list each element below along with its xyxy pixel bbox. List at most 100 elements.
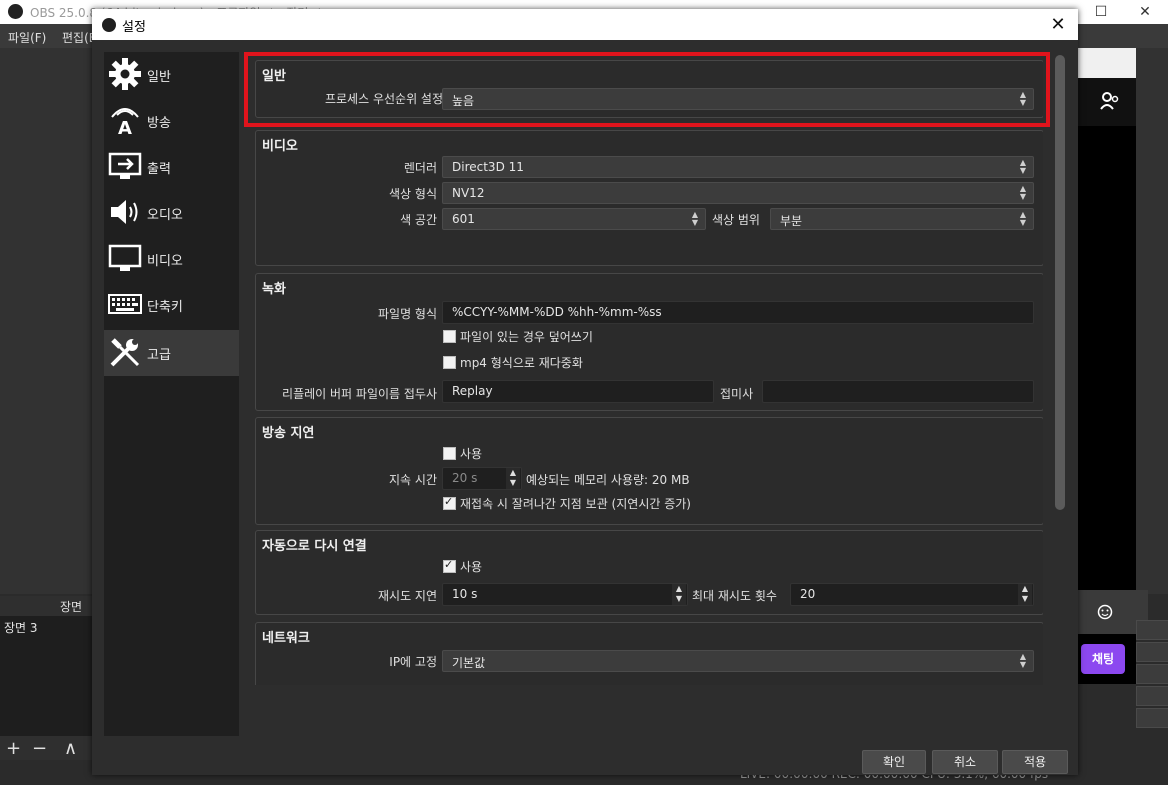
sidebar-item-label: 단축키: [147, 300, 183, 315]
scene-panel-header: 장면 목: [0, 596, 92, 631]
color-space-label: 색 공간: [400, 213, 437, 227]
updown-icon: ▲ ▼: [1019, 652, 1027, 669]
sidebar-item-label: 출력: [147, 162, 171, 177]
scene-toolbar: + − ∧: [0, 736, 92, 760]
ok-button[interactable]: 확인: [862, 750, 926, 774]
overwrite-label: 파일이 있는 경우 덮어쓰기: [460, 330, 593, 344]
broadcast-icon: A: [111, 108, 139, 137]
max-retries-label: 최대 재시도 횟수: [692, 589, 777, 603]
color-space-select[interactable]: 601 ▲ ▼: [442, 208, 706, 230]
settings-sidebar: 일반 A 방송 출력 오디오 비디오 단축키 고급: [104, 52, 239, 736]
retry-delay-input[interactable]: 10 s ▲ ▼: [442, 583, 688, 606]
scene-item[interactable]: 장면 3: [4, 619, 38, 636]
overwrite-checkbox[interactable]: [443, 330, 456, 343]
filename-format-input[interactable]: %CCYY-%MM-%DD %hh-%mm-%ss: [442, 301, 1034, 324]
sidebar-item-label: 방송: [147, 116, 171, 131]
tools-icon: [110, 338, 140, 367]
sidebar-item-advanced[interactable]: 고급: [104, 330, 239, 376]
sidebar-item-general[interactable]: 일반: [104, 52, 239, 98]
apply-button[interactable]: 적용: [1002, 750, 1068, 774]
updown-icon: ▲ ▼: [1019, 158, 1027, 175]
maximize-icon[interactable]: ☐: [1086, 2, 1116, 22]
updown-icon: ▲ ▼: [1019, 210, 1027, 227]
sidebar-item-video[interactable]: 비디오: [104, 236, 239, 282]
bind-ip-select[interactable]: 기본값 ▲ ▼: [442, 650, 1034, 672]
spinner-arrows[interactable]: ▲ ▼: [1018, 584, 1032, 605]
reconnect-enable-checkbox[interactable]: [443, 558, 456, 573]
menu-file[interactable]: 파일(F): [8, 29, 46, 46]
group-title: 비디오: [262, 139, 298, 154]
group-title: 네트워크: [262, 631, 310, 646]
content-scrollbar[interactable]: [1055, 55, 1065, 510]
emoji-icon[interactable]: [1097, 604, 1113, 620]
updown-icon: ▲ ▼: [691, 210, 699, 227]
close-window-icon[interactable]: ✕: [1130, 2, 1160, 22]
cancel-button[interactable]: 취소: [932, 750, 998, 774]
group-title: 녹화: [262, 282, 286, 297]
retry-delay-label: 재시도 지연: [377, 589, 437, 603]
color-range-select[interactable]: 부분 ▲ ▼: [770, 208, 1034, 230]
suffix-input[interactable]: [762, 380, 1034, 403]
dialog-titlebar: 설정 ✕: [92, 9, 1078, 40]
remux-label: mp4 형식으로 재다중화: [460, 356, 583, 370]
preserve-cutoff-checkbox[interactable]: [443, 495, 456, 510]
group-recording: 녹화 파일명 형식 %CCYY-%MM-%DD %hh-%mm-%ss 파일이 …: [255, 273, 1043, 411]
filename-format-label: 파일명 형식: [377, 307, 437, 321]
memory-usage-text: 예상되는 메모리 사용량: 20 MB: [526, 473, 690, 487]
right-dock-rows: [1136, 620, 1168, 730]
users-icon[interactable]: [1100, 92, 1120, 110]
output-icon: [108, 152, 142, 179]
color-format-select[interactable]: NV12 ▲ ▼: [442, 182, 1034, 204]
settings-content: 일반 프로세스 우선순위 설정 높음 ▲ ▼ 비디오 렌더러 Direct3D 1…: [247, 52, 1043, 685]
group-title: 방송 지연: [262, 426, 315, 441]
remux-checkbox[interactable]: [443, 356, 456, 369]
group-title: 자동으로 다시 연결: [262, 539, 367, 554]
delay-duration-input[interactable]: 20 s ▲ ▼: [442, 467, 522, 490]
add-scene-icon[interactable]: +: [6, 738, 21, 759]
speaker-icon: [111, 200, 138, 224]
renderer-label: 렌더러: [403, 161, 437, 175]
delay-enable-label: 사용: [460, 447, 483, 461]
spinner-arrows[interactable]: ▲ ▼: [506, 468, 520, 489]
sidebar-item-label: 오디오: [147, 208, 183, 223]
reconnect-enable-label: 사용: [460, 560, 483, 574]
obs-logo-icon: [102, 18, 116, 32]
close-icon[interactable]: ✕: [1046, 13, 1070, 37]
bind-ip-label: IP에 고정: [389, 655, 437, 669]
sidebar-item-stream[interactable]: A 방송: [104, 98, 239, 144]
gear-icon: [109, 58, 141, 90]
sidebar-item-hotkeys[interactable]: 단축키: [104, 282, 239, 328]
group-reconnect: 자동으로 다시 연결 사용 재시도 지연 10 s ▲▼ 최대 재시도 횟수 2…: [255, 530, 1043, 615]
group-network: 네트워크 IP에 고정 기본값 ▲ ▼: [255, 622, 1043, 685]
chat-button[interactable]: 채팅: [1081, 644, 1125, 674]
sidebar-item-audio[interactable]: 오디오: [104, 190, 239, 236]
renderer-select[interactable]: Direct3D 11 ▲ ▼: [442, 156, 1034, 178]
max-retries-input[interactable]: 20 ▲ ▼: [790, 583, 1034, 606]
group-video: 비디오 렌더러 Direct3D 11 ▲ ▼ 색상 형식 NV12 ▲ ▼ 색 공…: [255, 130, 1043, 266]
sidebar-item-label: 일반: [147, 70, 171, 85]
replay-prefix-label: 리플레이 버퍼 파일이름 접두사: [282, 387, 437, 401]
delay-duration-label: 지속 시간: [389, 473, 437, 487]
sidebar-item-label: 비디오: [147, 254, 183, 269]
chat-panel-header: [1078, 48, 1136, 78]
replay-prefix-input[interactable]: Replay: [442, 380, 714, 403]
group-stream-delay: 방송 지연 사용 지속 시간 20 s ▲ ▼ 예상되는 메모리 사용량: 20 …: [255, 417, 1043, 525]
monitor-icon: [108, 244, 142, 271]
move-up-icon[interactable]: ∧: [64, 738, 77, 759]
svg-text:A: A: [118, 118, 132, 137]
color-range-label: 색상 범위: [712, 213, 760, 227]
keyboard-icon: [108, 294, 142, 314]
highlight-box: [244, 52, 1050, 127]
preserve-cutoff-label: 재접속 시 잘려나간 지점 보관 (지연시간 증가): [460, 497, 691, 511]
remove-scene-icon[interactable]: −: [32, 738, 47, 759]
sidebar-item-output[interactable]: 출력: [104, 144, 239, 190]
obs-logo-icon: [8, 4, 23, 19]
suffix-label: 접미사: [720, 387, 754, 401]
color-format-label: 색상 형식: [389, 187, 437, 201]
spinner-arrows[interactable]: ▲ ▼: [672, 584, 686, 605]
sidebar-item-label: 고급: [147, 348, 171, 363]
delay-enable-checkbox[interactable]: [443, 447, 456, 460]
chat-panel-toolbar: [1078, 78, 1136, 126]
chat-panel: [1078, 48, 1136, 684]
updown-icon: ▲ ▼: [1019, 184, 1027, 201]
